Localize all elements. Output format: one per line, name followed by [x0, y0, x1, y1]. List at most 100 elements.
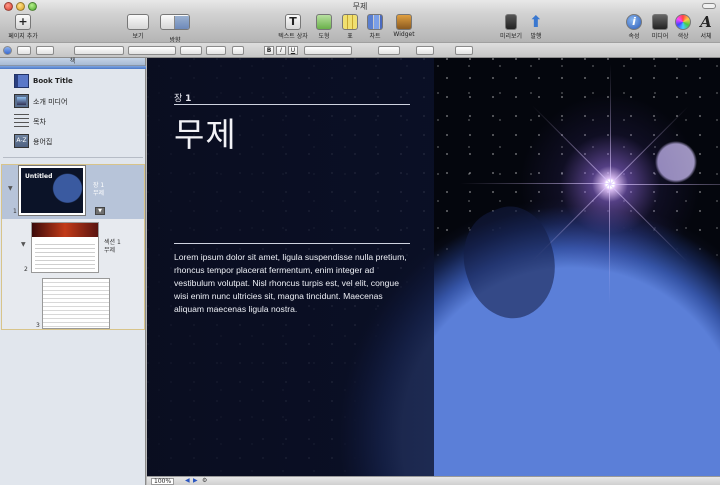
- table-label: 표: [347, 33, 353, 40]
- inspector-button[interactable]: i 속성: [624, 13, 644, 40]
- chapter-label[interactable]: 장 1: [174, 91, 191, 104]
- list-bullets-menu[interactable]: [455, 46, 473, 55]
- previous-page-icon[interactable]: ◀: [185, 477, 190, 484]
- line-spacing-menu[interactable]: [378, 46, 400, 55]
- preview-label: 미리보기: [499, 33, 523, 40]
- fonts-icon: A: [700, 13, 712, 31]
- view-icon: [127, 14, 149, 30]
- gear-icon[interactable]: ⚙: [202, 477, 207, 484]
- font-size-field[interactable]: [180, 46, 202, 55]
- book-sidebar: 책 Book Title 소개 미디어 목차 A-Z 용어집 ▼ Untitle…: [0, 58, 146, 485]
- font-family-menu[interactable]: [74, 46, 124, 55]
- shapes-label: 도형: [318, 33, 330, 40]
- sidebar-item-label: 목차: [33, 118, 46, 126]
- fonts-label: 서체: [700, 33, 712, 40]
- page-menu-button[interactable]: ▼: [95, 207, 105, 215]
- earth-landmass: [448, 195, 572, 331]
- table-button[interactable]: 표: [340, 13, 360, 40]
- publish-button[interactable]: ⬆ 발행: [526, 12, 546, 41]
- chapter-prefix: 장: [174, 94, 183, 104]
- colors-label: 색상: [677, 33, 689, 40]
- thumbnail-title: Untitled: [25, 173, 53, 180]
- light-ray: [609, 184, 610, 304]
- add-page-label: 페이지 추가: [8, 33, 38, 40]
- main-toolbar: + 페이지 추가 보기 방향 T 텍스트 상자 도형 표 차트 Widget 미…: [0, 12, 720, 44]
- preview-button[interactable]: 미리보기: [498, 13, 524, 40]
- sidebar-divider: [3, 157, 143, 158]
- media-button[interactable]: 미디어: [648, 13, 672, 40]
- font-typeface-menu[interactable]: [128, 46, 176, 55]
- sidebar-item-glossary[interactable]: A-Z 용어집: [0, 132, 146, 152]
- next-page-icon[interactable]: ▶: [193, 477, 198, 484]
- page-thumbnails: ▼ Untitled 장 1 무제 1 ▼ ▼ 섹션 1 무제 2 3: [1, 164, 145, 330]
- text-box-button[interactable]: T 텍스트 상자: [276, 13, 310, 40]
- portrait-icon[interactable]: [161, 16, 175, 29]
- publish-label: 발행: [530, 33, 542, 40]
- light-ray: [610, 184, 720, 185]
- media-icon: [14, 94, 29, 108]
- widget-label: Widget: [393, 31, 415, 38]
- page-caption-2: 섹션 1 무제: [104, 239, 121, 254]
- page-canvas[interactable]: 장 1 무제 Lorem ipsum dolor sit amet, ligul…: [147, 58, 720, 476]
- zoom-menu[interactable]: 100%: [151, 478, 175, 485]
- page-caption-1: 장 1 무제: [93, 182, 105, 197]
- disclosure-triangle-icon[interactable]: ▼: [8, 185, 13, 192]
- sidebar-item-book-title[interactable]: Book Title: [0, 72, 146, 92]
- italic-button[interactable]: I: [276, 46, 286, 55]
- media-icon: [652, 14, 668, 30]
- text-color-well[interactable]: [206, 46, 226, 55]
- sidebar-item-label: 소개 미디어: [33, 98, 68, 106]
- sidebar-item-toc[interactable]: 목차: [0, 112, 146, 132]
- light-ray: [609, 184, 688, 263]
- window-title: 무제: [352, 2, 368, 11]
- body-text[interactable]: Lorem ipsum dolor sit amet, ligula suspe…: [174, 251, 414, 316]
- columns-menu[interactable]: [416, 46, 434, 55]
- shapes-icon: [316, 14, 332, 30]
- light-ray: [610, 106, 689, 185]
- body-rule: [174, 243, 410, 244]
- sidebar-header[interactable]: 책: [0, 58, 145, 66]
- page-number-3: 3: [36, 322, 40, 329]
- bold-button[interactable]: B: [264, 46, 274, 55]
- toolbar-toggle-button[interactable]: [702, 3, 716, 9]
- sidebar-item-intro-media[interactable]: 소개 미디어: [0, 92, 146, 112]
- add-page-button[interactable]: + 페이지 추가: [4, 13, 42, 40]
- format-bar: B I U: [0, 42, 720, 58]
- highlight-color-well[interactable]: [232, 46, 244, 55]
- page-number-1: 1: [13, 208, 17, 215]
- page-thumbnail-3[interactable]: [42, 278, 110, 329]
- charts-label: 차트: [369, 33, 381, 40]
- list-style-menu[interactable]: [36, 46, 54, 55]
- title-rule: [174, 104, 410, 105]
- shapes-button[interactable]: 도형: [314, 13, 334, 40]
- fonts-button[interactable]: A 서체: [697, 13, 715, 40]
- widget-button[interactable]: Widget: [391, 13, 417, 38]
- page-thumbnail-1[interactable]: Untitled: [18, 165, 86, 216]
- app-window: 무제 + 페이지 추가 보기 방향 T 텍스트 상자 도형 표 차트 Widge…: [0, 0, 720, 485]
- text-box-icon: T: [285, 14, 301, 30]
- underline-button[interactable]: U: [288, 46, 298, 55]
- chapter-number: 1: [185, 94, 192, 104]
- view-button[interactable]: 보기: [124, 13, 152, 40]
- info-icon: i: [626, 14, 642, 30]
- charts-button[interactable]: 차트: [364, 13, 386, 40]
- text-box-label: 텍스트 상자: [278, 33, 308, 40]
- paragraph-style-menu[interactable]: [17, 46, 31, 55]
- colors-button[interactable]: 색상: [674, 13, 692, 40]
- color-wheel-icon: [675, 14, 691, 30]
- add-page-icon: +: [15, 14, 31, 30]
- styles-drawer-button[interactable]: [3, 46, 12, 55]
- orientation-segmented[interactable]: [160, 14, 190, 30]
- sidebar-item-label: 용어집: [33, 138, 53, 146]
- disclosure-triangle-icon[interactable]: ▼: [21, 241, 26, 248]
- widget-icon: [396, 14, 412, 30]
- landscape-icon[interactable]: [175, 16, 189, 29]
- orientation-control[interactable]: 방향: [155, 13, 195, 44]
- chapter-title[interactable]: 무제: [174, 108, 237, 156]
- light-ray: [610, 64, 611, 184]
- publish-arrow-icon: ⬆: [529, 12, 543, 31]
- alignment-buttons[interactable]: [304, 46, 352, 55]
- page-thumbnail-2[interactable]: [31, 222, 99, 273]
- page-number-2: 2: [24, 266, 28, 273]
- ipad-icon: [505, 14, 517, 30]
